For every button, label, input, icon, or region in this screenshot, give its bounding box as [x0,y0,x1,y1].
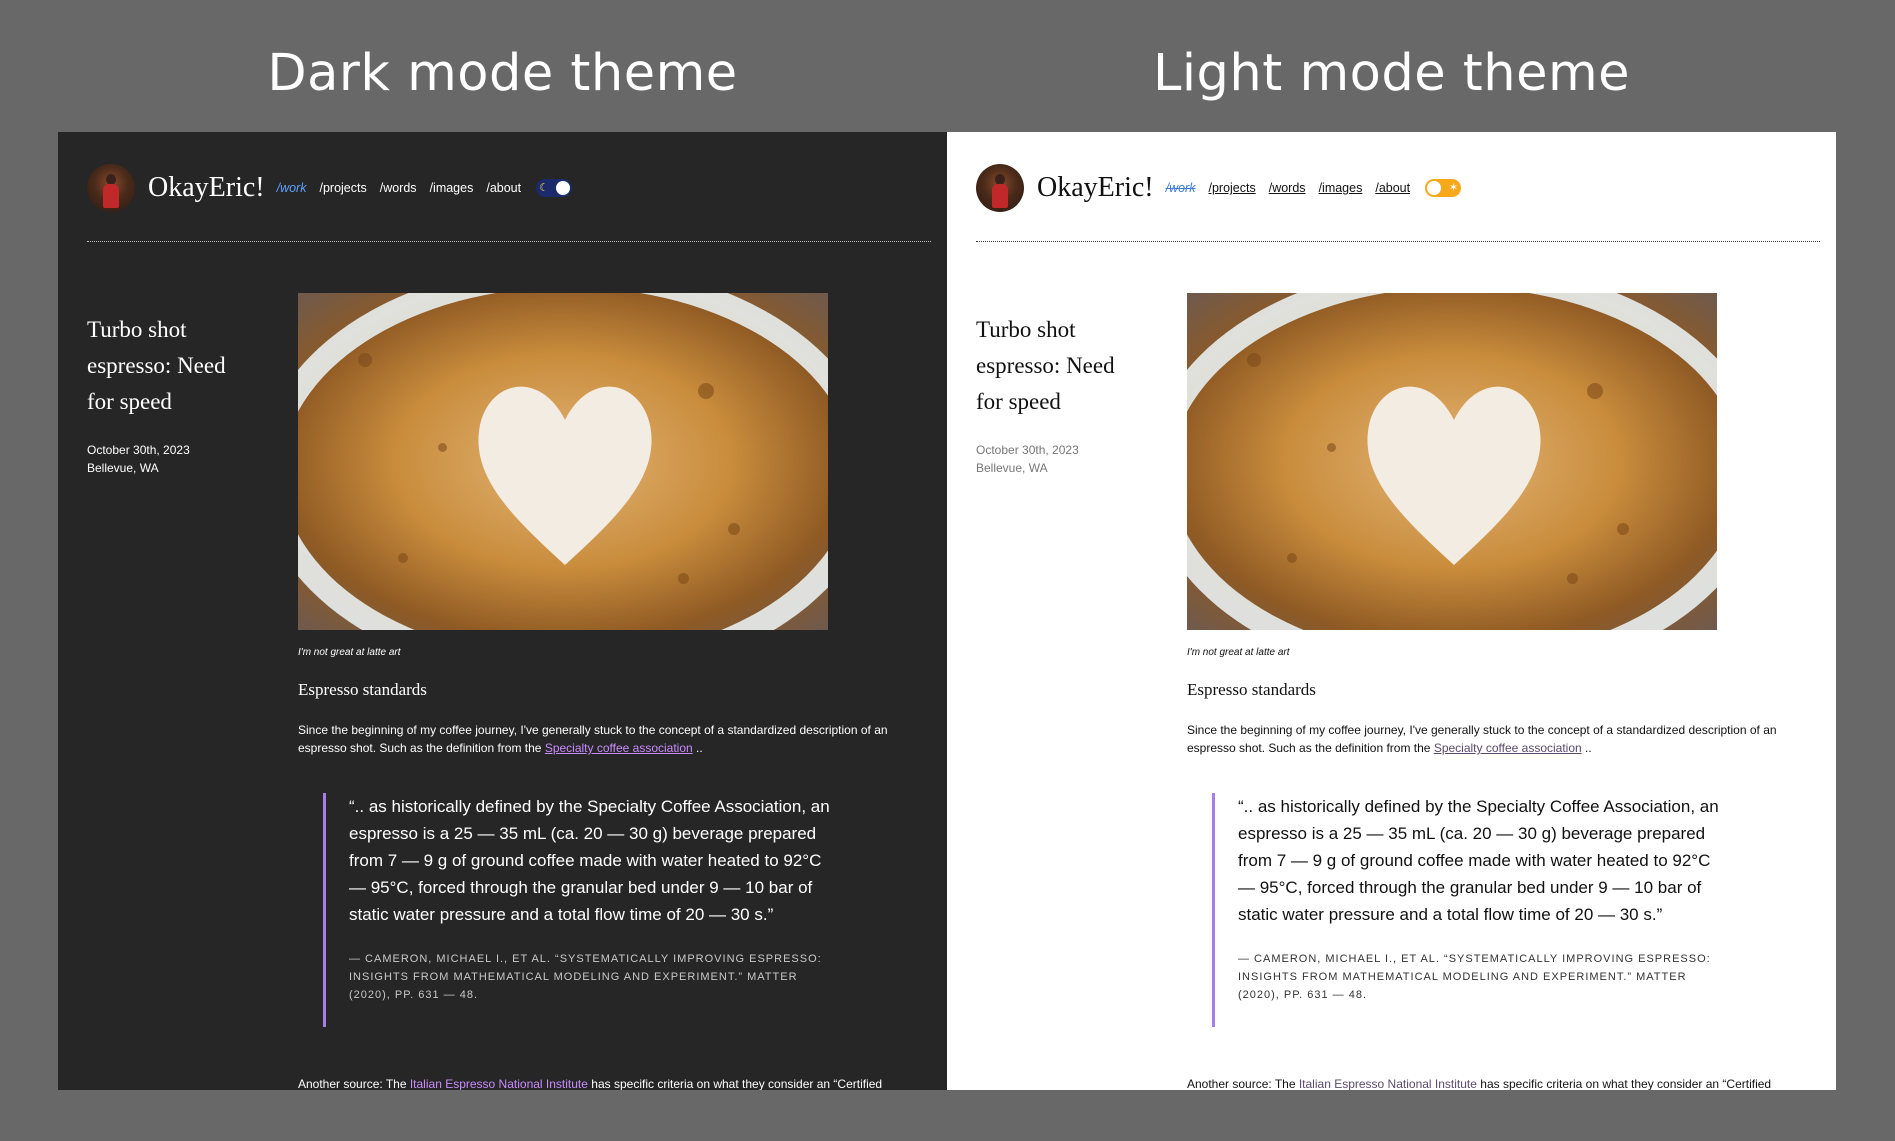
post-location: Bellevue, WA [87,461,159,475]
nav-projects[interactable]: /projects [319,181,366,195]
source-after: has specific criteria on what they consi… [1476,1077,1772,1090]
source-after: has specific criteria on what they consi… [587,1077,883,1090]
espresso-institute-link[interactable]: Italian Espresso National Institute [1299,1077,1477,1090]
theme-toggle[interactable]: ☾ [536,179,573,197]
post-date: October 30th, 2023 [976,443,1079,457]
toggle-knob [556,181,571,195]
section-heading: Espresso standards [298,680,427,699]
nav-work[interactable]: /work [277,181,307,195]
nav-words[interactable]: /words [380,181,417,195]
heart-foam [1367,386,1541,565]
post-meta: October 30th, 2023 Bellevue, WA [87,441,190,477]
section-heading: Espresso standards [1187,680,1316,699]
intro-paragraph: Since the beginning of my coffee journey… [298,721,898,757]
header-divider [87,241,931,242]
quote-text: “.. as historically defined by the Speci… [349,797,830,924]
latte-art-image [298,293,828,630]
main-nav: /work/projects/words/images/about [277,179,535,197]
image-caption: I'm not great at latte art [1187,647,1290,658]
nav-about[interactable]: /about [486,181,521,195]
intro-paragraph: Since the beginning of my coffee journey… [1187,721,1787,757]
dark-mode-preview: OkayEric! /work/projects/words/images/ab… [58,132,947,1090]
light-mode-label: Light mode theme [1152,44,1631,103]
post-meta: October 30th, 2023 Bellevue, WA [976,441,1079,477]
nav-projects[interactable]: /projects [1208,181,1255,195]
source-prefix: Another source: The [1187,1077,1299,1090]
specialty-coffee-link[interactable]: Specialty coffee association [1434,741,1582,755]
image-caption: I'm not great at latte art [298,647,401,658]
quote-citation: — Cameron, Michael I., et al. “Systemati… [1238,953,1711,1001]
intro-after: .. [692,741,703,755]
site-header: OkayEric! /work/projects/words/images/ab… [87,163,573,213]
dark-mode-label: Dark mode theme [267,44,738,103]
specialty-coffee-link[interactable]: Specialty coffee association [545,741,693,755]
post-title: Turbo shot espresso: Need for speed [87,317,226,414]
source-paragraph: Another source: The Italian Espresso Nat… [1187,1075,1807,1090]
nav-images[interactable]: /images [1319,181,1363,195]
avatar[interactable] [976,164,1024,212]
site-header: OkayEric! /work/projects/words/images/ab… [976,163,1462,213]
nav-about[interactable]: /about [1375,181,1410,195]
quote-citation: — Cameron, Michael I., et al. “Systemati… [349,953,822,1001]
sun-icon: ✶ [1448,182,1459,194]
quote-text: “.. as historically defined by the Speci… [1238,797,1719,924]
header-divider [976,241,1820,242]
light-mode-preview: OkayEric! /work/projects/words/images/ab… [947,132,1836,1090]
nav-work[interactable]: /work [1166,181,1196,195]
post-date: October 30th, 2023 [87,443,190,457]
espresso-institute-link[interactable]: Italian Espresso National Institute [410,1077,588,1090]
avatar[interactable] [87,164,135,212]
toggle-knob [1427,181,1442,195]
nav-images[interactable]: /images [430,181,474,195]
site-title[interactable]: OkayEric! [148,172,265,204]
site-title[interactable]: OkayEric! [1037,172,1154,204]
source-prefix: Another source: The [298,1077,410,1090]
post-location: Bellevue, WA [976,461,1048,475]
intro-after: .. [1581,741,1592,755]
blockquote: “.. as historically defined by the Speci… [1212,793,1728,1027]
blockquote: “.. as historically defined by the Speci… [323,793,839,1027]
post-title: Turbo shot espresso: Need for speed [976,317,1115,414]
source-paragraph: Another source: The Italian Espresso Nat… [298,1075,918,1090]
main-nav: /work/projects/words/images/about [1166,179,1424,197]
heart-foam [478,386,652,565]
theme-toggle[interactable]: ✶ [1425,179,1462,197]
nav-words[interactable]: /words [1269,181,1306,195]
latte-art-image [1187,293,1717,630]
moon-icon: ☾ [539,182,549,194]
